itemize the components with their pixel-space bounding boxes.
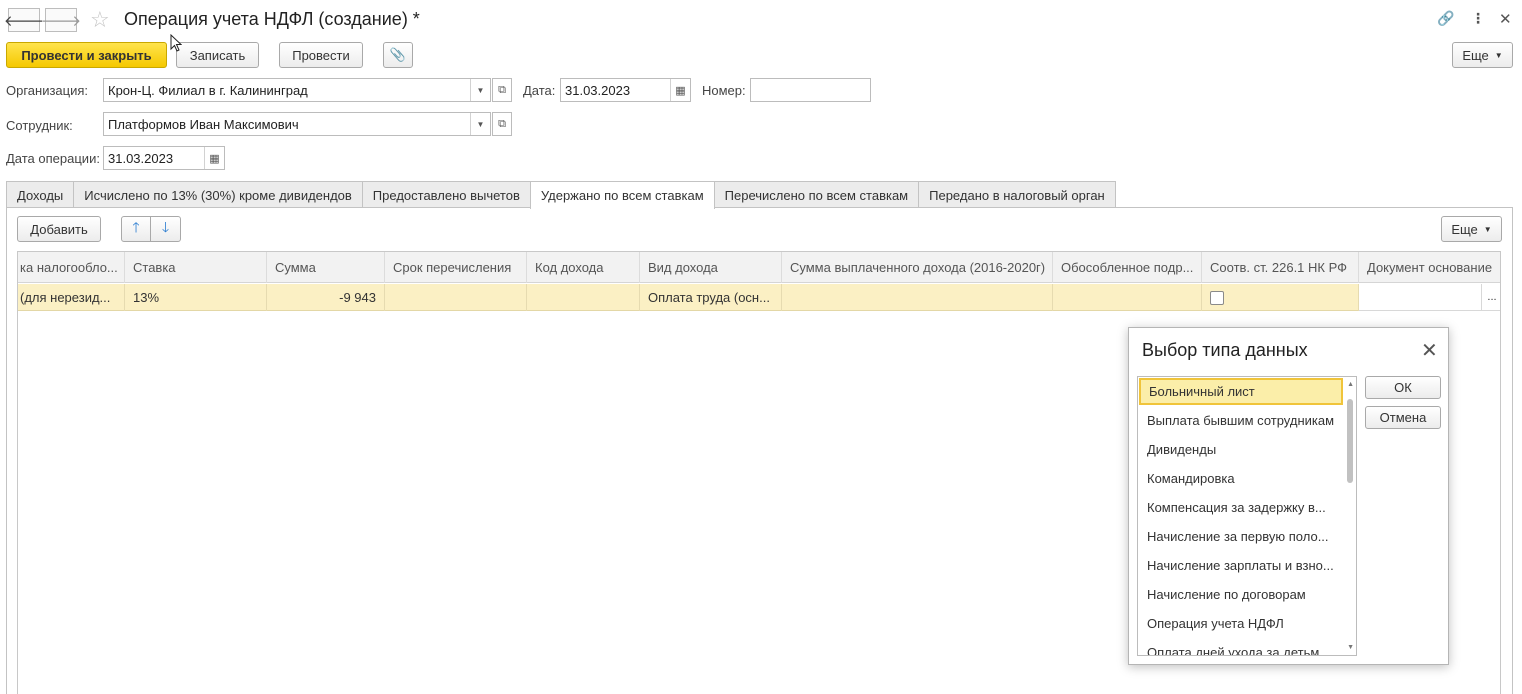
mouse-cursor-icon [170,34,182,52]
open-org-button[interactable]: ⧉ [492,78,512,102]
org-value: Крон-Ц. Филиал в г. Калининград [108,82,308,98]
number-field[interactable] [750,78,871,102]
employee-value: Платформов Иван Максимович [108,116,299,132]
more-vertical-icon[interactable]: ⋮ [1471,10,1485,27]
scrollbar-thumb[interactable] [1347,399,1353,483]
column-header[interactable]: Вид дохода [640,252,782,283]
list-item[interactable]: Дивиденды [1139,436,1343,463]
org-field[interactable]: Крон-Ц. Филиал в г. Калининград ▼ [103,78,491,102]
employee-label: Сотрудник: [6,118,73,133]
post-and-close-button[interactable]: Провести и закрыть [6,42,167,68]
tab-calculated[interactable]: Исчислено по 13% (30%) кроме дивидендов [73,181,363,208]
add-button[interactable]: Добавить [17,216,101,242]
cancel-button[interactable]: Отмена [1365,406,1441,429]
op-date-field[interactable]: 31.03.2023 ▦ [103,146,225,170]
list-scrollbar[interactable]: ▲ ▼ [1344,377,1356,655]
open-window-icon: ⧉ [498,83,506,96]
table-cell[interactable] [385,284,527,311]
chevron-down-icon: ▼ [1494,50,1503,60]
save-button[interactable]: Записать [176,42,259,68]
date-value: 31.03.2023 [565,82,631,98]
list-item[interactable]: Операция учета НДФЛ [1139,610,1343,637]
column-header[interactable]: Документ основание [1359,252,1500,283]
date-field[interactable]: 31.03.2023 ▦ [560,78,691,102]
close-icon[interactable]: ✕ [1499,10,1512,28]
list-item[interactable]: Командировка [1139,465,1343,492]
column-header[interactable]: Код дохода [527,252,640,283]
dropdown-icon[interactable]: ▼ [470,113,490,135]
panel-more-button[interactable]: Еще ▼ [1441,216,1502,242]
more-button-label: Еще [1462,47,1489,63]
list-item[interactable]: Выплата бывшим сотрудникам [1139,407,1343,434]
table-cell[interactable] [1202,284,1359,311]
dropdown-icon[interactable]: ▼ [470,79,490,101]
column-header[interactable]: Сумма выплаченного дохода (2016-2020г) [782,252,1053,283]
data-type-list[interactable]: Больничный лист Выплата бывшим сотрудник… [1137,376,1357,656]
arrow-up-icon: 🡑 [132,219,140,235]
panel-more-label: Еще [1451,221,1478,237]
list-item[interactable]: Компенсация за задержку в... [1139,494,1343,521]
number-label: Номер: [702,83,746,98]
table-cell[interactable]: Оплата труда (осн... [640,284,782,311]
ok-button[interactable]: ОК [1365,376,1441,399]
table-cell[interactable] [1053,284,1202,311]
list-item[interactable]: Больничный лист [1139,378,1343,405]
column-header[interactable]: Обособленное подр... [1053,252,1202,283]
tab-tax-authority[interactable]: Передано в налоговый орган [918,181,1116,208]
table-cell[interactable]: -9 943 [267,284,385,311]
table-row[interactable]: (для нерезид... 13% -9 943 Оплата труда … [18,284,1359,311]
table-header: ка налогообло... Ставка Сумма Срок переч… [18,252,1500,283]
date-label: Дата: [523,83,556,98]
page-title: Операция учета НДФЛ (создание) * [124,9,420,29]
calendar-icon[interactable]: ▦ [670,79,690,101]
document-basis-cell[interactable]: ... [1359,284,1500,311]
list-item[interactable]: Начисление за первую поло... [1139,523,1343,550]
select-document-button[interactable]: ... [1481,284,1500,310]
move-down-button[interactable]: 🡓 [150,216,181,242]
move-up-button[interactable]: 🡑 [121,216,151,242]
column-header[interactable]: Ставка [125,252,267,283]
back-button[interactable]: 🡐 [4,8,44,32]
open-employee-button[interactable]: ⧉ [492,112,512,136]
attach-button[interactable]: 📎 [383,42,413,68]
open-window-icon: ⧉ [498,117,506,130]
paperclip-icon: 📎 [389,47,407,62]
table-cell[interactable] [782,284,1053,311]
list-item[interactable]: Оплата дней ухода за детьм... [1139,639,1343,655]
list-item[interactable]: Начисление зарплаты и взно... [1139,552,1343,579]
tab-withheld[interactable]: Удержано по всем ставкам [529,181,715,209]
op-date-value: 31.03.2023 [108,150,174,166]
star-icon[interactable]: ☆ [90,7,110,33]
arrow-right-icon: 🡒 [40,12,82,30]
close-icon[interactable]: ✕ [1421,338,1438,363]
calendar-icon[interactable]: ▦ [204,147,224,169]
column-header[interactable]: Срок перечисления [385,252,527,283]
column-header[interactable]: Сумма [267,252,385,283]
table-cell[interactable]: (для нерезид... [18,284,125,311]
dialog-title: Выбор типа данных [1142,340,1308,360]
column-header[interactable]: Соотв. ст. 226.1 НК РФ [1202,252,1359,283]
scroll-up-icon[interactable]: ▲ [1347,381,1354,388]
scroll-down-icon[interactable]: ▼ [1347,644,1354,651]
employee-field[interactable]: Платформов Иван Максимович ▼ [103,112,491,136]
arrow-down-icon: 🡓 [161,219,170,235]
op-date-label: Дата операции: [6,151,100,166]
link-icon[interactable]: 🔗 [1437,10,1454,27]
arrow-left-icon: 🡐 [3,12,45,30]
post-button[interactable]: Провести [279,42,363,68]
column-header[interactable]: ка налогообло... [18,252,125,283]
select-data-type-dialog: Выбор типа данных ✕ Больничный лист Выпл… [1128,327,1449,665]
tab-income[interactable]: Доходы [6,181,75,208]
list-item[interactable]: Начисление по договорам [1139,581,1343,608]
chevron-down-icon: ▼ [1483,224,1492,234]
tab-bar: Доходы Исчислено по 13% (30%) кроме диви… [6,181,1116,209]
org-label: Организация: [6,83,89,98]
more-button[interactable]: Еще ▼ [1452,42,1513,68]
table-cell[interactable] [527,284,640,311]
tab-deductions[interactable]: Предоставлено вычетов [361,181,531,208]
forward-button[interactable]: 🡒 [41,8,81,32]
article-226-checkbox[interactable] [1210,290,1224,305]
table-cell[interactable]: 13% [125,284,267,311]
tab-transferred[interactable]: Перечислено по всем ставкам [713,181,920,208]
